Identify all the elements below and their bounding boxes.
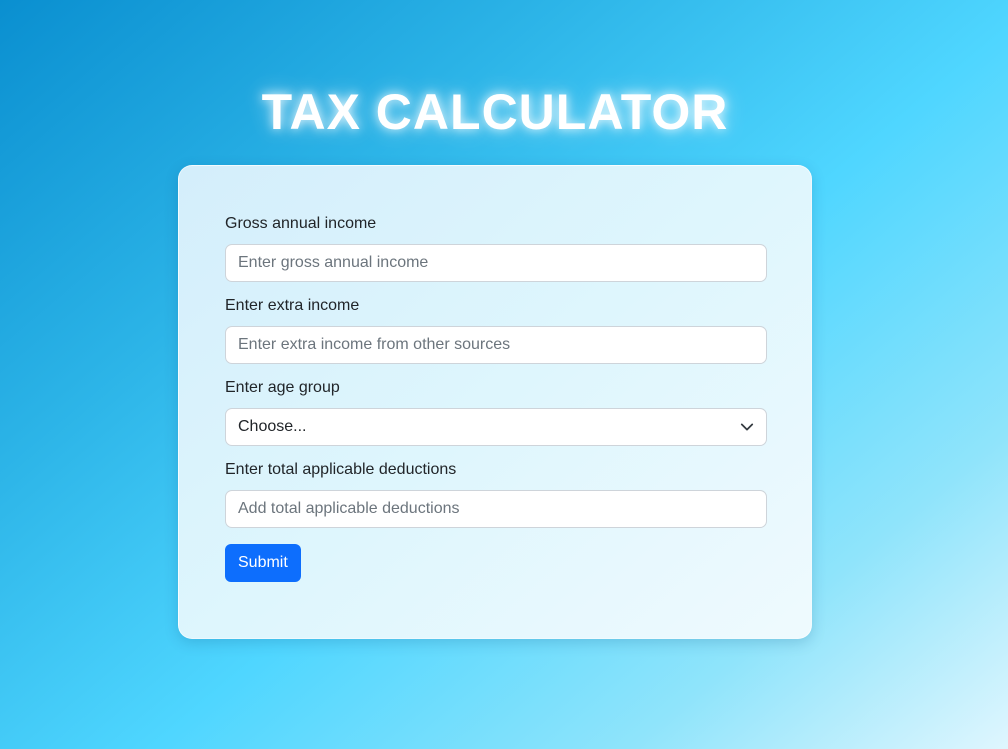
extra-income-label: Enter extra income: [225, 297, 360, 314]
age-group-selected-value: Choose...: [238, 418, 307, 435]
page-title: TAX CALCULATOR: [261, 84, 729, 140]
extra-income-field: Enter extra income: [225, 296, 767, 364]
chevron-down-icon: [740, 420, 754, 434]
gross-income-label: Gross annual income: [225, 215, 377, 232]
tax-form-card: Gross annual income Enter extra income E…: [178, 165, 812, 639]
age-group-label: Enter age group: [225, 379, 340, 396]
gross-income-field: Gross annual income: [225, 214, 767, 282]
age-group-field: Enter age group Choose...: [225, 378, 767, 446]
submit-button[interactable]: Submit: [225, 544, 301, 582]
extra-income-input[interactable]: [225, 326, 767, 364]
gross-income-input[interactable]: [225, 244, 767, 282]
deductions-field: Enter total applicable deductions: [225, 460, 767, 528]
age-group-select[interactable]: Choose...: [225, 408, 767, 446]
deductions-label: Enter total applicable deductions: [225, 461, 457, 478]
deductions-input[interactable]: [225, 490, 767, 528]
